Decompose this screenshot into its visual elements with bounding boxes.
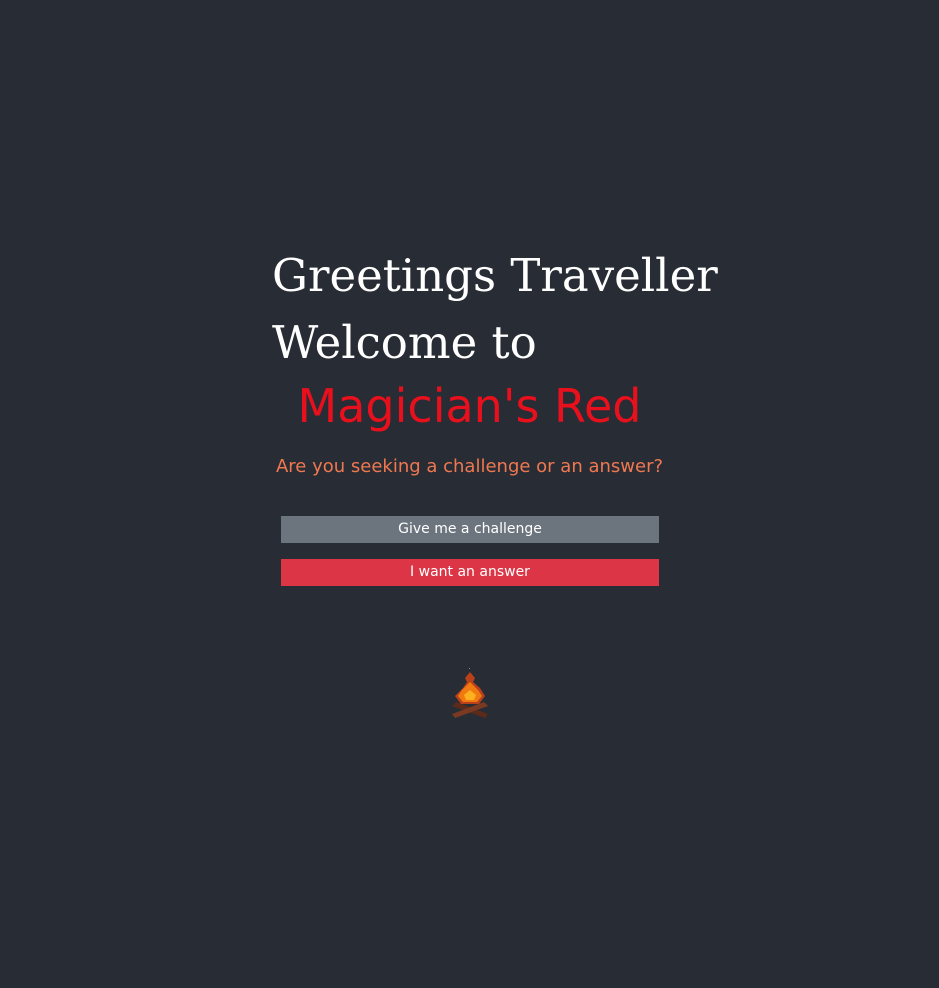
challenge-question: Are you seeking a challenge or an answer…: [275, 456, 664, 477]
answer-button[interactable]: I want an answer: [281, 559, 659, 586]
landing-page: Greetings Traveller Welcome to Magician'…: [0, 0, 939, 988]
greeting-heading: Greetings Traveller: [272, 249, 718, 302]
brand-title: Magician's Red: [297, 379, 642, 433]
campfire-icon: [452, 668, 488, 718]
challenge-button[interactable]: Give me a challenge: [281, 516, 659, 543]
welcome-heading: Welcome to: [272, 316, 537, 369]
